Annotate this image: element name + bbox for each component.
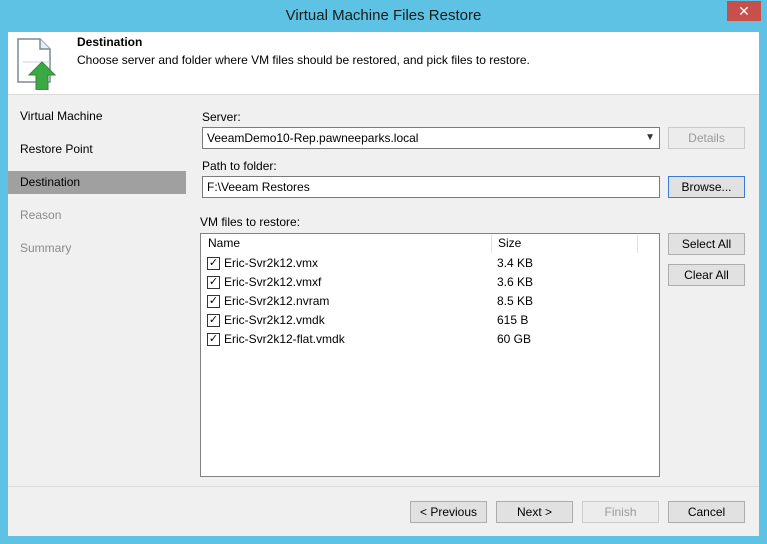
file-checkbox[interactable]: ✓	[207, 257, 220, 270]
step-label: Destination	[20, 175, 81, 189]
cancel-button[interactable]: Cancel	[668, 501, 745, 523]
server-value: VeeamDemo10-Rep.pawneeparks.local	[207, 131, 419, 145]
server-select[interactable]: VeeamDemo10-Rep.pawneeparks.local ▼	[202, 127, 660, 149]
vm-files-list[interactable]: Name Size ✓ Eric-Svr2k12.vmx 3.4 KB ✓ Er…	[200, 233, 660, 477]
step-label: Summary	[20, 241, 72, 255]
file-name: Eric-Svr2k12.vmxf	[224, 275, 322, 289]
dialog-window: Virtual Machine Files Restore ✕ Destinat…	[0, 0, 767, 544]
title-bar[interactable]: Virtual Machine Files Restore ✕	[0, 0, 767, 32]
file-checkbox[interactable]: ✓	[207, 276, 220, 289]
file-size: 615 B	[497, 313, 529, 327]
file-row[interactable]: ✓ Eric-Svr2k12.vmx 3.4 KB	[201, 254, 641, 273]
files-label: VM files to restore:	[200, 215, 301, 229]
step-label: Restore Point	[20, 142, 93, 156]
file-restore-icon	[17, 38, 57, 90]
column-header-name[interactable]: Name	[202, 235, 492, 253]
step-summary: Summary	[8, 237, 186, 260]
previous-button[interactable]: < Previous	[410, 501, 487, 523]
file-row[interactable]: ✓ Eric-Svr2k12.vmdk 615 B	[201, 311, 641, 330]
file-size: 8.5 KB	[497, 294, 534, 308]
step-reason: Reason	[8, 204, 186, 227]
path-input[interactable]: F:\Veeam Restores	[202, 176, 660, 198]
details-button: Details	[668, 127, 745, 149]
path-label: Path to folder:	[202, 159, 277, 173]
file-row[interactable]: ✓ Eric-Svr2k12.vmxf 3.6 KB	[201, 273, 641, 292]
finish-button: Finish	[582, 501, 659, 523]
file-row[interactable]: ✓ Eric-Svr2k12.nvram 8.5 KB	[201, 292, 641, 311]
select-all-button[interactable]: Select All	[668, 233, 745, 255]
close-icon: ✕	[738, 3, 750, 19]
browse-button[interactable]: Browse...	[668, 176, 745, 198]
column-header-size[interactable]: Size	[492, 235, 638, 253]
step-description: Choose server and folder where VM files …	[77, 53, 530, 67]
file-checkbox[interactable]: ✓	[207, 333, 220, 346]
step-title: Destination	[77, 35, 143, 49]
file-name: Eric-Svr2k12.vmdk	[224, 313, 325, 327]
step-virtual-machine[interactable]: Virtual Machine	[8, 105, 186, 128]
file-size: 3.4 KB	[497, 256, 534, 270]
close-button[interactable]: ✕	[727, 1, 761, 21]
file-name: Eric-Svr2k12-flat.vmdk	[224, 332, 345, 346]
file-size: 3.6 KB	[497, 275, 534, 289]
wizard-header: Destination Choose server and folder whe…	[8, 32, 759, 95]
destination-panel: Server: VeeamDemo10-Rep.pawneeparks.loca…	[187, 96, 759, 486]
step-label: Reason	[20, 208, 62, 222]
file-name: Eric-Svr2k12.nvram	[224, 294, 330, 308]
window-title: Virtual Machine Files Restore	[285, 7, 482, 24]
next-button[interactable]: Next >	[496, 501, 573, 523]
step-destination[interactable]: Destination	[8, 171, 186, 194]
server-label: Server:	[202, 110, 241, 124]
step-restore-point[interactable]: Restore Point	[8, 138, 186, 161]
file-size: 60 GB	[497, 332, 532, 346]
wizard-footer: < Previous Next > Finish Cancel	[8, 486, 759, 536]
wizard-steps-sidebar: Virtual Machine Restore Point Destinatio…	[8, 96, 187, 486]
file-checkbox[interactable]: ✓	[207, 295, 220, 308]
clear-all-button[interactable]: Clear All	[668, 264, 745, 286]
file-name: Eric-Svr2k12.vmx	[224, 256, 319, 270]
chevron-down-icon[interactable]: ▼	[645, 128, 655, 148]
file-checkbox[interactable]: ✓	[207, 314, 220, 327]
file-row[interactable]: ✓ Eric-Svr2k12-flat.vmdk 60 GB	[201, 330, 641, 349]
step-label: Virtual Machine	[20, 109, 103, 123]
dialog-client: Destination Choose server and folder whe…	[8, 32, 759, 536]
